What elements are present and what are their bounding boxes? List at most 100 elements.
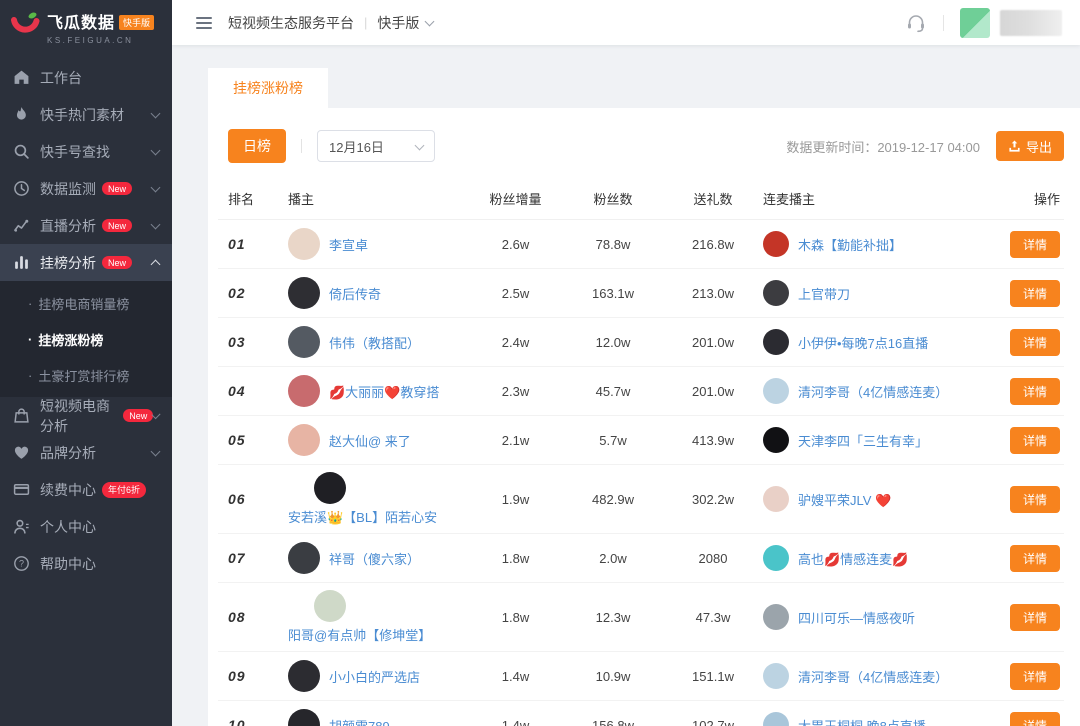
sidebar-item-renewal-center[interactable]: 续费中心年付6折 xyxy=(0,471,172,508)
version-switcher[interactable]: 快手版 xyxy=(377,13,433,33)
broadcaster-name-link[interactable]: 胡颜雪789 xyxy=(329,716,390,726)
fans-total-value: 10.9w xyxy=(563,669,663,684)
date-select[interactable]: 12月16日 xyxy=(317,130,435,162)
tab-rank-fans-growth[interactable]: 挂榜涨粉榜 xyxy=(208,68,328,108)
fans-gain-value: 1.4w xyxy=(468,718,563,726)
detail-button[interactable]: 详情 xyxy=(1010,231,1060,258)
link-broadcaster-cell: 上官带刀 xyxy=(763,280,974,306)
broadcaster-name-link[interactable]: 阳哥@有点帅【修坤堂】 xyxy=(288,625,431,644)
submenu-label: 挂榜涨粉榜 xyxy=(38,330,103,349)
link-broadcaster-avatar[interactable] xyxy=(763,280,789,306)
table-row: 03伟伟（教搭配）2.4w12.0w201.0w小伊伊•每晚7点16直播详情 xyxy=(218,318,1064,367)
action-cell: 详情 xyxy=(974,486,1064,513)
broadcaster-cell: 小小白的严选店 xyxy=(288,660,468,692)
sidebar-item-help-center[interactable]: ?帮助中心 xyxy=(0,545,172,582)
brand-logo[interactable]: 飞瓜数据快手版 KS.FEIGUA.CN xyxy=(0,0,172,51)
export-button[interactable]: 导出 xyxy=(996,131,1064,161)
sidebar-item-brand-analysis[interactable]: 品牌分析 xyxy=(0,434,172,471)
detail-button[interactable]: 详情 xyxy=(1010,545,1060,572)
link-broadcaster-avatar[interactable] xyxy=(763,663,789,689)
detail-button[interactable]: 详情 xyxy=(1010,427,1060,454)
link-broadcaster-avatar[interactable] xyxy=(763,329,789,355)
broadcaster-name-link[interactable]: 赵大仙@ 来了 xyxy=(329,431,411,450)
rank-number: 02 xyxy=(218,285,288,301)
link-broadcaster-name-link[interactable]: 小伊伊•每晚7点16直播 xyxy=(798,333,928,352)
sidebar-item-label: 帮助中心 xyxy=(40,554,96,574)
broadcaster-cell: 伟伟（教搭配） xyxy=(288,326,468,358)
fans-total-value: 482.9w xyxy=(563,492,663,507)
broadcaster-avatar[interactable] xyxy=(288,277,320,309)
collapse-menu-icon[interactable] xyxy=(196,17,212,29)
broadcaster-name-link[interactable]: 💋大丽丽❤️教穿搭 xyxy=(329,382,439,401)
topbar: 短视频生态服务平台 | 快手版 xyxy=(172,0,1080,45)
sidebar-item-hot-materials[interactable]: 快手热门素材 xyxy=(0,96,172,133)
detail-button[interactable]: 详情 xyxy=(1010,604,1060,631)
broadcaster-name-link[interactable]: 小小白的严选店 xyxy=(329,667,420,686)
broadcaster-name-link[interactable]: 祥哥（傻六家） xyxy=(329,549,420,568)
sidebar-subitem-rank-fans-growth[interactable]: · 挂榜涨粉榜 xyxy=(0,321,172,357)
sidebar-item-label: 挂榜分析 xyxy=(40,253,96,273)
detail-button[interactable]: 详情 xyxy=(1010,378,1060,405)
action-cell: 详情 xyxy=(974,329,1064,356)
sidebar-item-personal-center[interactable]: 个人中心 xyxy=(0,508,172,545)
link-broadcaster-avatar[interactable] xyxy=(763,427,789,453)
link-broadcaster-avatar[interactable] xyxy=(763,378,789,404)
link-broadcaster-name-link[interactable]: 清河李哥（4亿情感连麦） xyxy=(798,382,948,401)
sidebar-item-live-analysis[interactable]: 直播分析New xyxy=(0,207,172,244)
detail-button[interactable]: 详情 xyxy=(1010,486,1060,513)
sidebar-item-data-monitor[interactable]: 数据监测 New xyxy=(0,170,172,207)
broadcaster-name-link[interactable]: 安若溪👑【BL】陌若心安 xyxy=(288,507,437,526)
fans-total-value: 45.7w xyxy=(563,384,663,399)
link-broadcaster-cell: 高也💋情感连麦💋 xyxy=(763,545,974,571)
sidebar-subitem-tuhao-reward-rank[interactable]: ·土豪打赏排行榜 xyxy=(0,357,172,393)
daily-rank-button[interactable]: 日榜 xyxy=(228,129,286,163)
broadcaster-avatar[interactable] xyxy=(288,228,320,260)
broadcaster-cell: 李宣卓 xyxy=(288,228,468,260)
sidebar-item-label: 数据监测 xyxy=(40,179,96,199)
link-broadcaster-name-link[interactable]: 天津李四「三生有幸」 xyxy=(798,431,928,450)
sidebar-item-video-ecommerce[interactable]: 短视频电商分析New xyxy=(0,397,172,434)
sidebar-subitem-rank-ecommerce-sales[interactable]: ·挂榜电商销量榜 xyxy=(0,285,172,321)
sidebar-item-rank-analysis[interactable]: 挂榜分析New xyxy=(0,244,172,281)
link-broadcaster-avatar[interactable] xyxy=(763,545,789,571)
detail-button[interactable]: 详情 xyxy=(1010,663,1060,690)
link-broadcaster-avatar[interactable] xyxy=(763,604,789,630)
sidebar-item-workbench[interactable]: 工作台 xyxy=(0,59,172,96)
link-broadcaster-name-link[interactable]: 上官带刀 xyxy=(798,284,850,303)
broadcaster-name-link[interactable]: 倚后传奇 xyxy=(329,284,381,303)
home-icon xyxy=(13,69,30,86)
broadcaster-avatar[interactable] xyxy=(288,326,320,358)
link-broadcaster-avatar[interactable] xyxy=(763,712,789,726)
link-broadcaster-name-link[interactable]: 驴嫂平荣JLV ❤️ xyxy=(798,490,891,509)
submenu-dot: · xyxy=(28,332,32,347)
broadcaster-cell: 倚后传奇 xyxy=(288,277,468,309)
broadcaster-avatar[interactable] xyxy=(314,472,346,504)
support-headset-icon[interactable] xyxy=(905,12,927,34)
sidebar-item-account-search[interactable]: 快手号查找 xyxy=(0,133,172,170)
link-broadcaster-name-link[interactable]: 四川可乐—情感夜听 xyxy=(798,608,915,627)
broadcaster-avatar[interactable] xyxy=(288,375,320,407)
link-broadcaster-avatar[interactable] xyxy=(763,486,789,512)
brand-domain: KS.FEIGUA.CN xyxy=(47,36,154,45)
broadcaster-avatar[interactable] xyxy=(288,709,320,726)
broadcaster-avatar[interactable] xyxy=(288,542,320,574)
user-avatar[interactable] xyxy=(960,8,990,38)
link-broadcaster-name-link[interactable]: 木森【勤能补拙】 xyxy=(798,235,902,254)
broadcaster-avatar[interactable] xyxy=(288,660,320,692)
link-broadcaster-avatar[interactable] xyxy=(763,231,789,257)
broadcaster-name-link[interactable]: 李宣卓 xyxy=(329,235,368,254)
link-broadcaster-name-link[interactable]: 清河李哥（4亿情感连麦） xyxy=(798,667,948,686)
link-broadcaster-name-link[interactable]: 高也💋情感连麦💋 xyxy=(798,549,908,568)
sidebar-badge: New xyxy=(102,182,132,195)
chevron-down-icon xyxy=(425,16,435,26)
link-broadcaster-cell: 天津李四「三生有幸」 xyxy=(763,427,974,453)
submenu-label: 土豪打赏排行榜 xyxy=(38,366,129,385)
broadcaster-avatar[interactable] xyxy=(288,424,320,456)
detail-button[interactable]: 详情 xyxy=(1010,329,1060,356)
broadcaster-name-link[interactable]: 伟伟（教搭配） xyxy=(329,333,420,352)
broadcaster-avatar[interactable] xyxy=(314,590,346,622)
link-broadcaster-name-link[interactable]: 大胃王桐桐 晚8点直播 xyxy=(798,716,926,726)
action-cell: 详情 xyxy=(974,663,1064,690)
detail-button[interactable]: 详情 xyxy=(1010,712,1060,726)
detail-button[interactable]: 详情 xyxy=(1010,280,1060,307)
